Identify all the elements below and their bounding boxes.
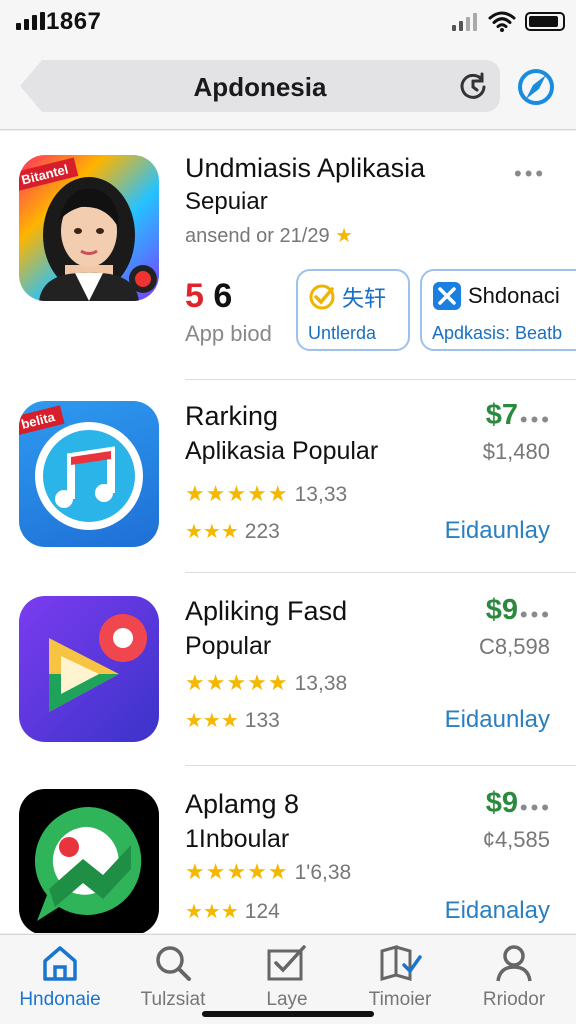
category-chip-2[interactable]: Shdonaci Apdkasis: Beatb xyxy=(420,269,576,351)
book-icon xyxy=(380,945,422,981)
app-subtitle: Aplikasia Popular xyxy=(185,437,379,465)
star-icon: ★ xyxy=(335,225,354,247)
search-header: Apdonesia xyxy=(0,44,576,130)
list-item[interactable]: belita Rarking Aplikasia Popular ★★★★★ 13… xyxy=(0,379,576,574)
rating-stars: ★★★★★ 1'6,38 xyxy=(185,859,352,884)
tab-checklist[interactable]: Laye xyxy=(232,943,342,1011)
more-options-icon[interactable]: ••• xyxy=(520,795,552,821)
featured-title: Undmiasis Aplikasia xyxy=(185,153,426,183)
status-time: 1867 xyxy=(46,8,102,35)
list-item[interactable]: Apliking Fasd Popular ★★★★★ 13,38 ★★★ 133 … xyxy=(0,574,576,769)
app-title: Apliking Fasd xyxy=(185,596,348,626)
x-box-icon xyxy=(433,282,461,310)
search-icon xyxy=(156,946,191,981)
app-subtitle: Popular xyxy=(185,632,272,660)
refresh-icon[interactable] xyxy=(458,71,488,101)
category-chip-1[interactable]: 失轩 Untlerda xyxy=(296,269,410,351)
cellular-signal-icon xyxy=(16,12,45,30)
rating-stars-secondary: ★★★ 223 xyxy=(185,520,280,543)
app-title: Rarking xyxy=(185,401,279,431)
home-indicator xyxy=(202,1011,374,1017)
compass-icon[interactable] xyxy=(515,66,557,108)
tab-profile[interactable]: Rriodor xyxy=(459,943,569,1011)
battery-icon xyxy=(525,12,565,31)
search-bar[interactable]: Apdonesia xyxy=(20,60,500,112)
search-title: Apdonesia xyxy=(193,72,327,102)
rating-stars: ★★★★★ 13,38 xyxy=(185,670,348,695)
rank-number: 5 6 xyxy=(185,277,233,315)
status-bar: 1867 xyxy=(0,0,576,44)
featured-subtitle: Sepuiar xyxy=(185,188,268,215)
rank-label: App biod xyxy=(185,321,272,346)
featured-rating: ansend or 21/29 ★ xyxy=(185,225,354,247)
rating-stars-secondary: ★★★ 133 xyxy=(185,709,280,732)
more-options-icon[interactable]: ••• xyxy=(514,161,546,187)
app-price: $7 xyxy=(485,399,518,431)
person-icon xyxy=(496,945,532,982)
rating-stars: ★★★★★ 13,33 xyxy=(185,481,348,506)
download-button[interactable]: Eidaunlay xyxy=(445,706,550,734)
chat-app-icon[interactable] xyxy=(19,789,159,933)
checklist-icon xyxy=(267,945,306,981)
download-button[interactable]: Eidanalay xyxy=(445,897,550,925)
download-button[interactable]: Eidaunlay xyxy=(445,517,550,545)
app-old-price: ¢4,585 xyxy=(482,827,550,852)
more-options-icon[interactable]: ••• xyxy=(520,602,552,628)
rating-stars-secondary: ★★★ 124 xyxy=(185,900,280,923)
signal-bars-icon xyxy=(452,13,477,31)
app-price: $9 xyxy=(485,787,518,819)
app-old-price: $1,480 xyxy=(482,439,550,464)
wifi-icon xyxy=(488,11,516,32)
check-circle-icon xyxy=(309,284,335,310)
divider xyxy=(185,765,576,766)
tab-library[interactable]: Timoier xyxy=(345,943,455,1011)
more-options-icon[interactable]: ••• xyxy=(520,407,552,433)
app-price: $9 xyxy=(485,594,518,626)
featured-app[interactable]: Bitantel Undmiasis Aplikasia ••• Sepuiar… xyxy=(0,131,576,379)
tab-home[interactable]: Hndonaie xyxy=(5,943,115,1011)
tab-search[interactable]: Tulzsiat xyxy=(118,943,228,1011)
app-title: Aplamg 8 xyxy=(185,789,300,819)
list-item[interactable]: Aplamg 8 1Inboular ★★★★★ 1'6,38 ★★★ 124 $9… xyxy=(0,767,576,933)
divider xyxy=(185,572,576,573)
home-icon xyxy=(43,946,77,981)
app-list: Bitantel Undmiasis Aplikasia ••• Sepuiar… xyxy=(0,131,576,933)
featured-app-icon[interactable]: Bitantel xyxy=(19,155,159,301)
music-app-icon[interactable]: belita xyxy=(19,401,159,547)
video-app-icon[interactable] xyxy=(19,596,159,742)
app-subtitle: 1Inboular xyxy=(185,825,290,853)
app-old-price: C8,598 xyxy=(479,634,550,659)
